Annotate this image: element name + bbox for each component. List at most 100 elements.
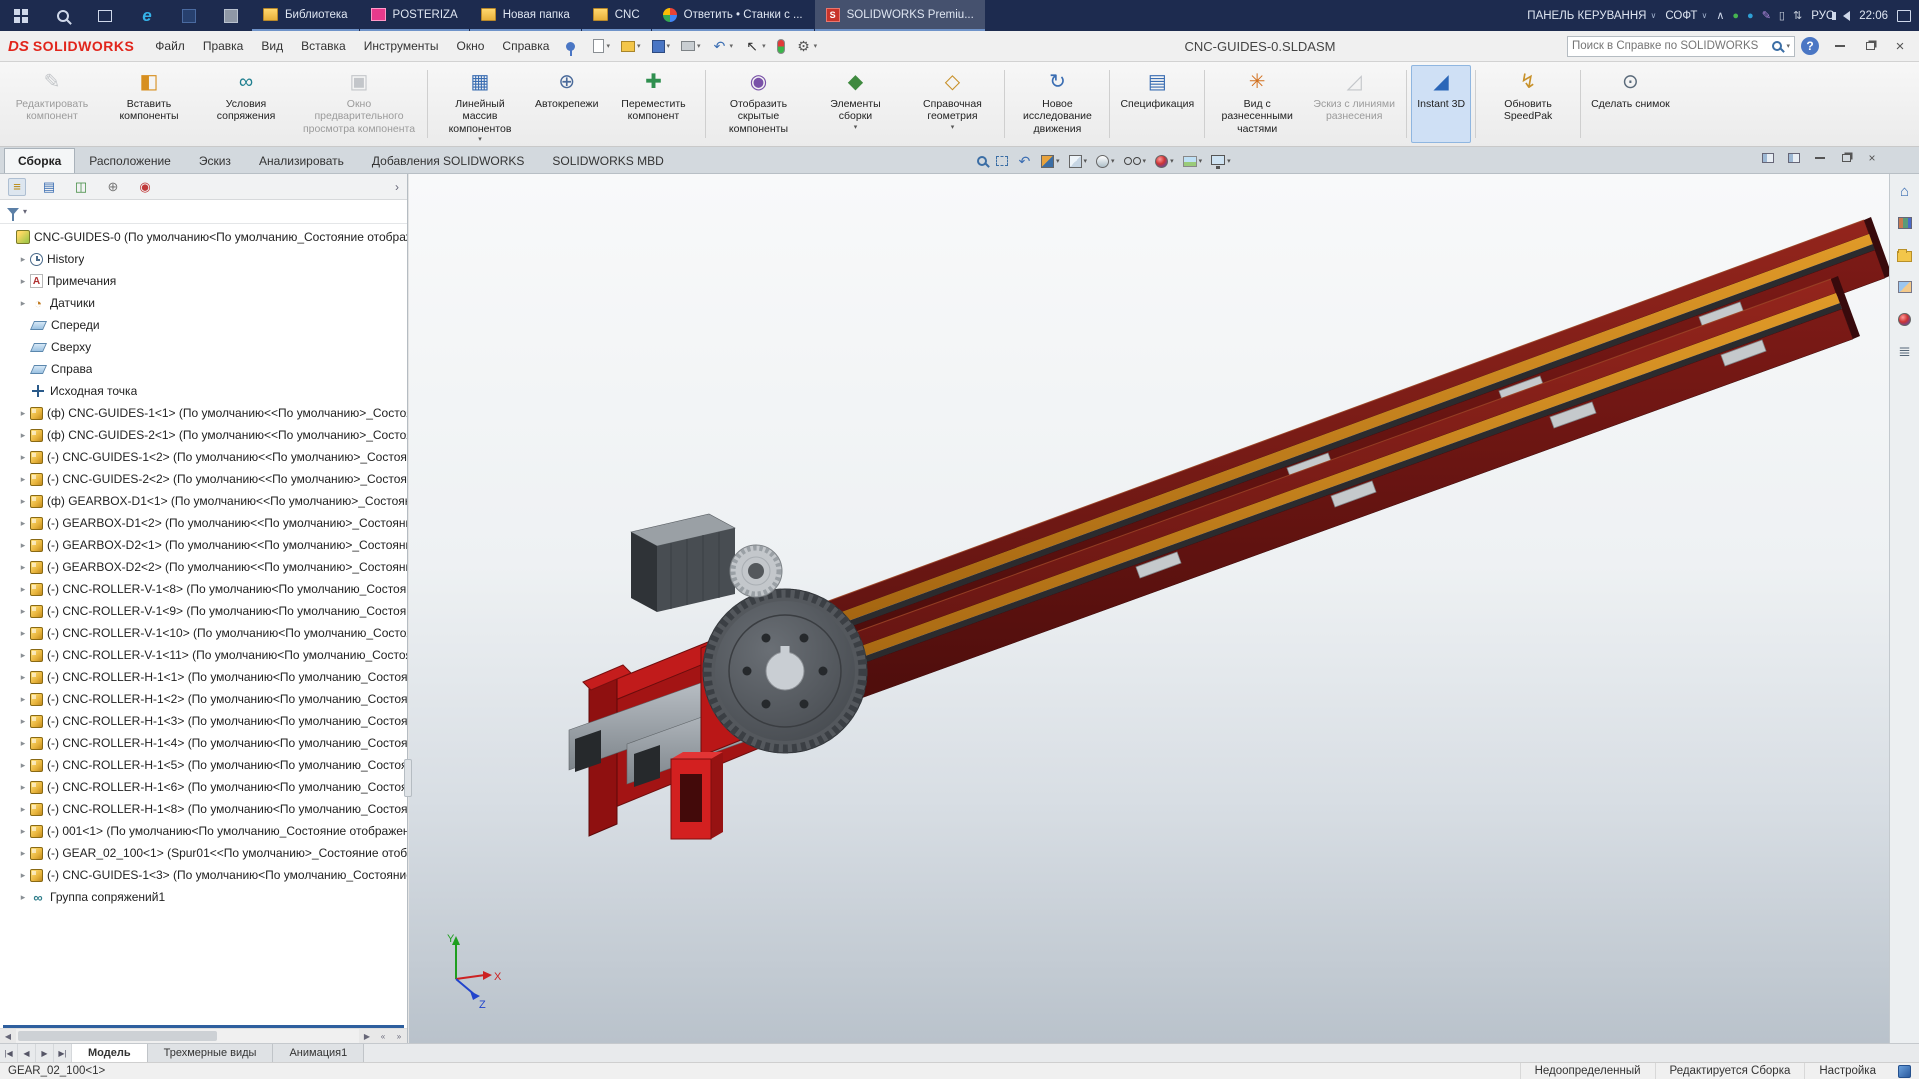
model-view[interactable]: Y X Z <box>409 174 1889 1043</box>
help-button[interactable]: ? <box>1801 37 1819 55</box>
taskbar-app[interactable]: Ответить • Станки с ... <box>651 0 814 31</box>
tree-item[interactable]: ▸ (-) CNC-ROLLER-H-1<4> (По умолчанию<По … <box>0 732 407 754</box>
custom-properties-tab[interactable]: ≣ <box>1894 340 1916 362</box>
statusbar-icon[interactable] <box>1898 1064 1911 1078</box>
print-button[interactable]: ▾ <box>677 38 705 54</box>
tree-item[interactable]: ▸ (-) CNC-ROLLER-V-1<10> (По умолчанию<По… <box>0 622 407 644</box>
expand-arrow-icon[interactable]: ▸ <box>16 562 30 573</box>
expand-arrow-icon[interactable]: ▸ <box>16 606 30 617</box>
ribbon-instant-3d-button[interactable]: ◢ Instant 3D <box>1411 65 1472 143</box>
scrollbar-thumb[interactable] <box>18 1031 217 1041</box>
tree-item[interactable]: ▸ (-) GEARBOX-D1<2> (По умолчанию<<По умо… <box>0 512 407 534</box>
headsup-zoom-to-fit-button[interactable] <box>973 153 991 169</box>
control-panel-toolbar[interactable]: ПАНЕЛЬ КЕРУВАННЯ ∨ <box>1527 10 1656 22</box>
expand-arrow-icon[interactable]: ▸ <box>16 298 30 309</box>
model-tab[interactable]: Анимация1 <box>273 1044 365 1062</box>
language-indicator[interactable]: РУС <box>1811 10 1834 22</box>
menu-item[interactable]: Файл <box>146 34 194 58</box>
tree-item[interactable]: ▸ (ф) CNC-GUIDES-1<1> (По умолчанию<<По у… <box>0 402 407 424</box>
doc-minimize-button[interactable] <box>1809 149 1831 167</box>
expand-arrow-icon[interactable]: ▸ <box>16 804 30 815</box>
headsup-view-settings-button[interactable]: ▾ <box>1207 152 1235 171</box>
tree-item[interactable]: ▸ (-) GEARBOX-D2<2> (По умолчанию<<По умо… <box>0 556 407 578</box>
menu-item[interactable]: Вставка <box>292 34 355 58</box>
file-explorer-tab[interactable] <box>1894 244 1916 266</box>
ribbon-take-snapshot-button[interactable]: ⊙ Сделать снимок <box>1585 65 1676 143</box>
headsup-previous-view-button[interactable]: ↶ <box>1013 150 1036 173</box>
taskbar-app[interactable]: S SOLIDWORKS Premiu... <box>814 0 985 31</box>
featuremanager-tree-tab[interactable]: ≡ <box>8 177 26 196</box>
search-button[interactable] <box>42 0 84 31</box>
tree-item[interactable]: ▸ (-) CNC-ROLLER-H-1<1> (По умолчанию<По … <box>0 666 407 688</box>
tree-item[interactable]: ▸ (-) CNC-ROLLER-H-1<8> (По умолчанию<По … <box>0 798 407 820</box>
ribbon-show-hidden-components-button[interactable]: ◉ Отобразить скрытые компоненты <box>710 65 806 143</box>
messenger-icon[interactable]: ● <box>1747 10 1754 22</box>
expand-arrow-icon[interactable]: ▸ <box>16 474 30 485</box>
expand-arrow-icon[interactable]: ▸ <box>16 892 30 903</box>
ribbon-mate-button[interactable]: ∞ Условия сопряжения <box>198 65 294 143</box>
expand-arrow-icon[interactable]: ▸ <box>16 518 30 529</box>
tree-item[interactable]: CNC-GUIDES-0 (По умолчанию<По умолчанию_… <box>0 226 407 248</box>
expand-arrow-icon[interactable]: ▸ <box>16 628 30 639</box>
pushpin-icon[interactable] <box>566 41 576 56</box>
search-input[interactable] <box>1572 40 1769 52</box>
dimxpertmanager-tab[interactable]: ⊕ <box>104 178 122 196</box>
menu-item[interactable]: Инструменты <box>355 34 448 58</box>
scroll-left-button[interactable]: ◀ <box>0 1029 16 1043</box>
expand-arrow-icon[interactable]: ▸ <box>16 672 30 683</box>
expand-arrow-icon[interactable]: ▸ <box>16 870 30 881</box>
tree-item[interactable]: ▸ (ф) GEARBOX-D1<1> (По умолчанию<<По умо… <box>0 490 407 512</box>
commandmanager-tab[interactable]: Сборка <box>4 148 76 173</box>
headsup-zoom-to-area-button[interactable] <box>992 153 1012 169</box>
ribbon-linear-component-pattern-button[interactable]: ▦ Линейный массив компонентов ▾ <box>432 65 528 143</box>
pen-icon[interactable]: ✎ <box>1762 9 1771 22</box>
tree-item[interactable]: ▸ (ф) CNC-GUIDES-2<1> (По умолчанию<<По у… <box>0 424 407 446</box>
pinion-gear[interactable] <box>729 544 783 598</box>
menu-item[interactable]: Вид <box>252 34 292 58</box>
menu-item[interactable]: Правка <box>194 34 253 58</box>
tree-item[interactable]: ▸ (-) CNC-ROLLER-V-1<9> (По умолчанию<По … <box>0 600 407 622</box>
model-tab-nav-button[interactable]: |◀ <box>0 1044 18 1062</box>
tree-item[interactable]: ▸ (-) CNC-ROLLER-H-1<2> (По умолчанию<По … <box>0 688 407 710</box>
select-button[interactable]: ↖ ▾ <box>740 35 770 57</box>
task-view-button[interactable] <box>84 0 126 31</box>
tree-item[interactable]: Исходная точка <box>0 380 407 402</box>
new-document-button[interactable]: ▾ <box>589 36 614 56</box>
commandmanager-tab[interactable]: Анализировать <box>245 148 358 173</box>
ribbon-new-motion-study-button[interactable]: ↻ Новое исследование движения <box>1009 65 1105 143</box>
chevron-down-icon[interactable]: ▾ <box>23 207 27 216</box>
soft-toolbar[interactable]: СОФТ ∨ <box>1665 10 1707 22</box>
tree-item[interactable]: ▸ (-) CNC-ROLLER-H-1<3> (По умолчанию<По … <box>0 710 407 732</box>
ribbon-exploded-view-button[interactable]: ✳ Вид с разнесенными частями <box>1209 65 1305 143</box>
help-search-box[interactable]: ▾ <box>1567 35 1795 57</box>
expand-arrow-icon[interactable]: ▸ <box>16 540 30 551</box>
pane-layout-button[interactable] <box>1757 149 1779 167</box>
app-gray-button[interactable] <box>210 0 252 31</box>
expand-arrow-icon[interactable]: ▸ <box>16 408 30 419</box>
headsup-section-view-button[interactable]: ▾ <box>1037 152 1064 171</box>
menu-item[interactable]: Справка <box>493 34 558 58</box>
network-icon[interactable]: ⇅ <box>1793 9 1802 22</box>
headsup-display-style-button[interactable]: ▾ <box>1092 152 1119 171</box>
tree-item[interactable]: ▸ (-) CNC-GUIDES-1<3> (По умолчанию<По ум… <box>0 864 407 886</box>
expand-arrow-icon[interactable]: ▸ <box>16 452 30 463</box>
tree-item[interactable]: ▸ (-) CNC-GUIDES-2<2> (По умолчанию<<По у… <box>0 468 407 490</box>
expand-arrow-icon[interactable]: ▸ <box>16 650 30 661</box>
headsup-hide-show-items-button[interactable]: ▾ <box>1120 154 1151 168</box>
antivirus-icon[interactable]: ● <box>1732 10 1739 22</box>
tree-item[interactable]: ▸ (-) CNC-ROLLER-H-1<6> (По умолчанию<По … <box>0 776 407 798</box>
commandmanager-tab[interactable]: Добавления SOLIDWORKS <box>358 148 539 173</box>
tree-item[interactable]: ▸ Датчики <box>0 292 407 314</box>
tree-item[interactable]: Справа <box>0 358 407 380</box>
tree-item[interactable]: ▸ History <box>0 248 407 270</box>
ribbon-smart-fasteners-button[interactable]: ⊕ Автокрепежи <box>529 65 604 143</box>
headsup-edit-appearance-button[interactable]: ▾ <box>1151 152 1178 171</box>
panel-expand-button[interactable]: » <box>391 1029 407 1043</box>
taskbar-app[interactable]: Новая папка <box>469 0 581 31</box>
expand-arrow-icon[interactable]: ▸ <box>16 826 30 837</box>
rebuild-button[interactable] <box>773 36 789 57</box>
save-button[interactable]: ▾ <box>648 37 675 56</box>
open-document-button[interactable]: ▾ <box>617 38 645 55</box>
app-dark-button[interactable] <box>168 0 210 31</box>
scrollbar-track[interactable] <box>16 1029 359 1043</box>
